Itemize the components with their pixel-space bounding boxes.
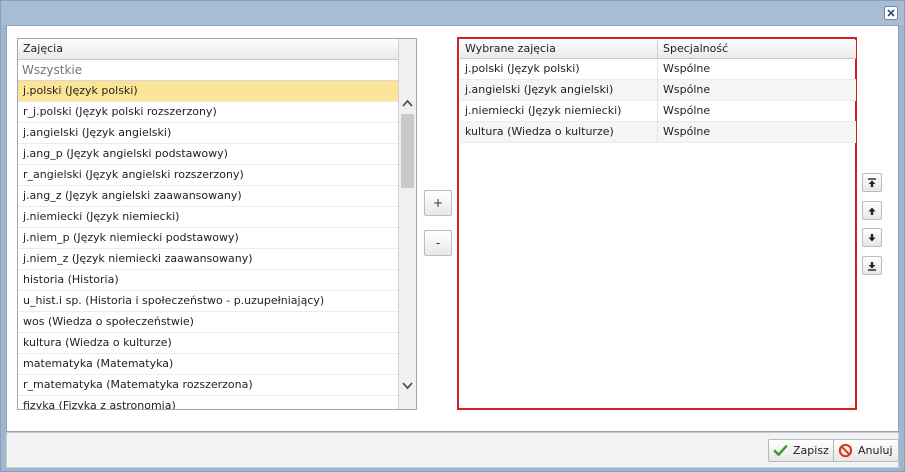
subject-list-item[interactable]: r_matematyka (Matematyka rozszerzona)	[18, 375, 399, 396]
selected-subject-specialty: Wspólne	[663, 83, 711, 96]
cancel-icon	[837, 443, 853, 459]
selected-subject-name: kultura (Wiedza o kulturze)	[460, 122, 658, 143]
scroll-down-button[interactable]	[399, 377, 416, 395]
close-icon	[887, 9, 895, 17]
selected-subject-row[interactable]: kultura (Wiedza o kulturze) Wspólne	[460, 122, 856, 143]
selected-subject-specialty: Wspólne	[663, 104, 711, 117]
move-bottom-icon	[868, 261, 876, 271]
column-header-subject[interactable]: Wybrane zajęcia	[460, 40, 658, 59]
move-up-button[interactable]	[862, 201, 882, 220]
selected-subject-row[interactable]: j.polski (Język polski) Wspólne	[460, 59, 856, 80]
selected-subjects-header: Wybrane zajęcia Specjalność	[460, 40, 856, 59]
subject-list-item[interactable]: j.niem_z (Język niemiecki zaawansowany)	[18, 249, 399, 270]
column-header-specialty[interactable]: Specjalność	[658, 40, 856, 59]
subject-list-item[interactable]: matematyka (Matematyka)	[18, 354, 399, 375]
subject-list-item[interactable]: kultura (Wiedza o kulturze)	[18, 333, 399, 354]
subjects-list-scrollbar[interactable]	[398, 39, 416, 409]
dialog-titlebar	[1, 1, 904, 25]
add-subject-button[interactable]: +	[424, 190, 452, 216]
dialog-body: Zajęcia j.polski (Język polski)r_j.polsk…	[6, 25, 899, 432]
move-down-button[interactable]	[862, 228, 882, 247]
subjects-list: j.polski (Język polski) r_j.polski (Język…	[18, 81, 399, 409]
cancel-button[interactable]: Anuluj	[833, 439, 899, 462]
move-top-button[interactable]	[862, 173, 882, 192]
subject-list-item[interactable]: fizyka (Fizyka z astronomią)	[18, 396, 399, 409]
chevron-down-icon	[402, 382, 413, 390]
selected-subject-row[interactable]: j.niemiecki (Język niemiecki) Wspólne	[460, 101, 856, 122]
subject-list-item[interactable]: j.angielski (Język angielski)	[18, 123, 399, 144]
selected-subject-name: j.angielski (Język angielski)	[460, 80, 658, 101]
save-button-label: Zapisz	[793, 444, 829, 457]
move-top-icon	[868, 177, 876, 187]
scroll-thumb[interactable]	[401, 114, 414, 188]
save-button[interactable]: Zapisz	[768, 439, 835, 462]
scroll-up-button[interactable]	[399, 94, 416, 112]
move-bottom-button[interactable]	[862, 256, 882, 275]
selected-subject-row[interactable]: j.angielski (Język angielski) Wspólne	[460, 80, 856, 101]
selected-subjects-table: j.polski (Język polski) Wspólne j.angielsk…	[460, 59, 856, 143]
subject-list-item[interactable]: j.ang_p (Język angielski podstawowy)	[18, 144, 399, 165]
selected-subject-name: j.niemiecki (Język niemiecki)	[460, 101, 658, 122]
checkmark-icon	[772, 443, 788, 459]
selected-subjects-panel: Wybrane zajęcia Specjalność j.polski (Ję…	[457, 37, 857, 410]
subject-list-item[interactable]: u_hist.i sp. (Historia i społeczeństwo -…	[18, 291, 399, 312]
selected-subject-name: j.polski (Język polski)	[460, 59, 658, 80]
close-button[interactable]	[884, 6, 898, 20]
cancel-button-label: Anuluj	[858, 444, 893, 457]
subject-list-item[interactable]: j.polski (Język polski)	[18, 81, 399, 102]
subject-list-item[interactable]: wos (Wiedza o społeczeństwie)	[18, 312, 399, 333]
subject-list-item[interactable]: j.niemiecki (Język niemiecki)	[18, 207, 399, 228]
subject-list-item[interactable]: r_angielski (Język angielski rozszerzony…	[18, 165, 399, 186]
selected-subject-specialty: Wspólne	[663, 62, 711, 75]
chevron-up-icon	[402, 99, 413, 107]
dialog-window: Zajęcia j.polski (Język polski)r_j.polsk…	[0, 0, 905, 472]
selected-subject-specialty: Wspólne	[663, 125, 711, 138]
move-up-icon	[868, 207, 876, 215]
remove-subject-button[interactable]: -	[424, 230, 452, 256]
subjects-list-header: Zajęcia	[18, 39, 399, 60]
subject-list-item[interactable]: historia (Historia)	[18, 270, 399, 291]
subject-list-item[interactable]: r_j.polski (Język polski rozszerzony)	[18, 102, 399, 123]
subject-list-item[interactable]: j.ang_z (Język angielski zaawansowany)	[18, 186, 399, 207]
dialog-footer: Zapisz Anuluj	[6, 432, 899, 468]
move-down-icon	[868, 233, 876, 241]
subjects-list-panel: Zajęcia j.polski (Język polski)r_j.polsk…	[17, 38, 417, 410]
subjects-filter	[18, 60, 399, 81]
subject-list-item[interactable]: j.niem_p (Język niemiecki podstawowy)	[18, 228, 399, 249]
subjects-filter-input[interactable]	[18, 60, 399, 80]
